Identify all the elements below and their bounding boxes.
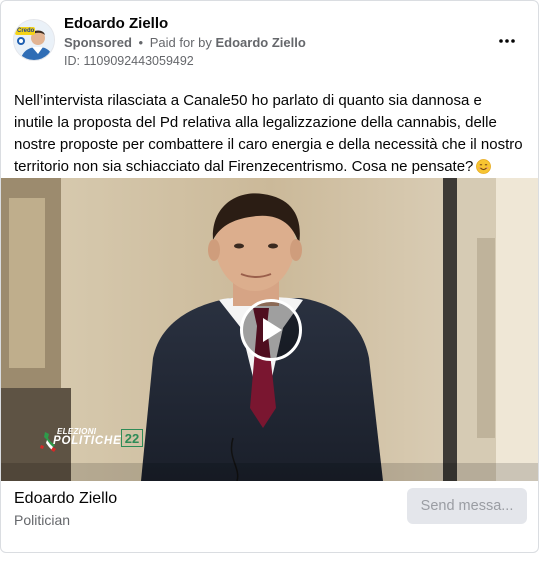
play-button[interactable] [240,299,302,361]
send-message-button[interactable]: Send messa... [407,488,527,524]
post-body: Nell’intervista rilasciata a Canale50 ho… [14,90,524,181]
footer-page-category: Politician [14,512,71,528]
paid-for-name: Edoardo Ziello [215,35,306,50]
ad-id: ID: 1109092443059492 [64,54,194,68]
logo-line-2: POLITICHE [53,435,122,447]
post-body-text: Nell’intervista rilasciata a Canale50 ho… [14,92,523,175]
post-header: Credo Edoardo Ziello Sponsored • Paid fo… [1,1,538,81]
show-logo: ELEZIONI POLITICHE 22 [39,427,149,453]
page-avatar[interactable]: Credo [13,19,55,61]
sponsored-line: Sponsored • Paid for by Edoardo Ziello [64,35,306,50]
play-icon [263,318,282,342]
paid-for-prefix: Paid for by [149,35,212,50]
logo-number: 22 [121,429,143,447]
sponsored-label: Sponsored [64,35,132,50]
meta-separator: • [138,35,144,50]
more-options-button[interactable] [494,29,520,53]
more-options-icon [499,39,515,43]
footer-page-name[interactable]: Edoardo Ziello [14,490,117,508]
page-name[interactable]: Edoardo Ziello [64,15,168,32]
avatar-badge-text: Credo [17,28,35,34]
ad-card: Credo Edoardo Ziello Sponsored • Paid fo… [0,0,539,553]
avatar-image [14,20,54,60]
